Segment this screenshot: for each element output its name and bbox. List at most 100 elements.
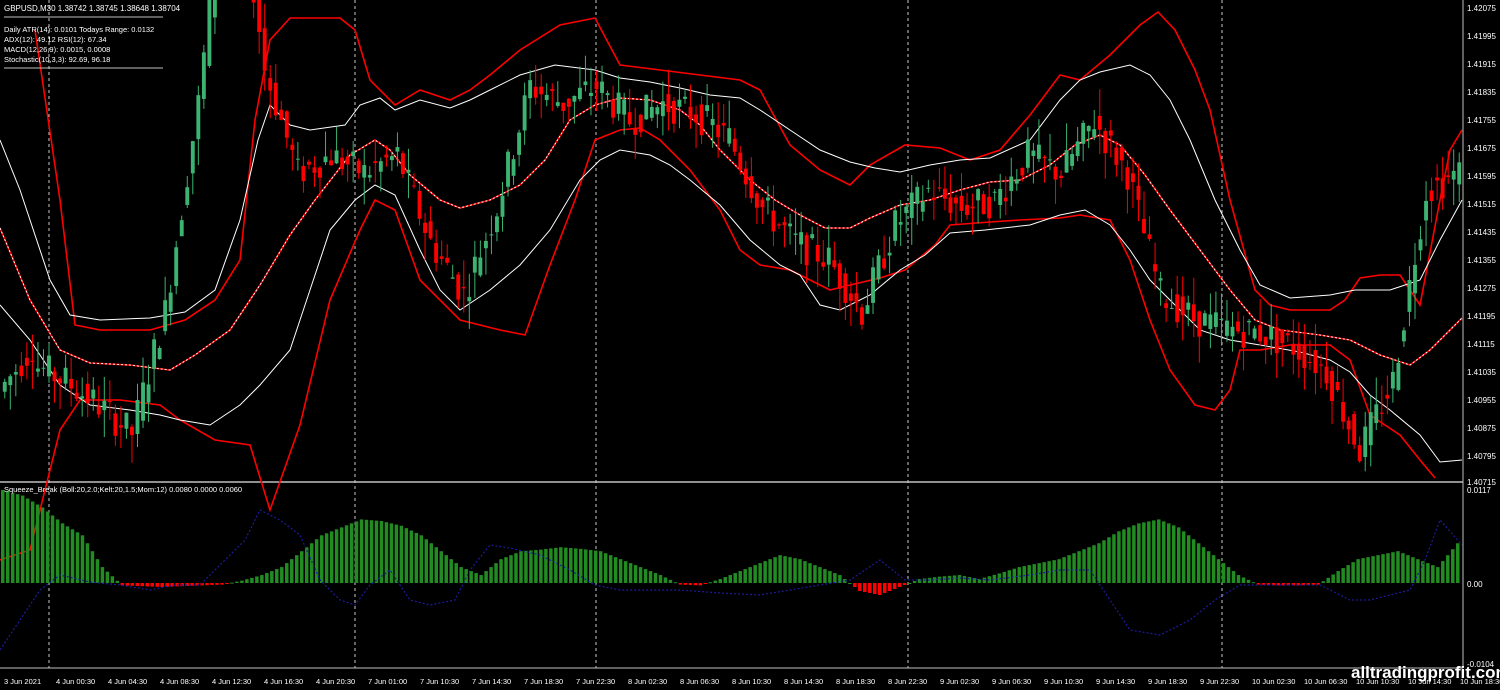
histogram-bar (1331, 574, 1335, 583)
candle-body (555, 102, 560, 106)
histogram-bar (778, 555, 782, 583)
candle-body (251, 0, 256, 3)
histogram-bar (15, 494, 20, 583)
histogram-bar (1341, 568, 1345, 583)
histogram-bar (1361, 558, 1365, 583)
histogram-bar (574, 548, 578, 583)
histogram-bar (260, 575, 264, 583)
histogram-bar (205, 583, 209, 586)
histogram-bar (424, 539, 429, 583)
candle-body (107, 401, 112, 403)
info-line-atr: Daily ATR(14): 0.0101 Todays Range: 0.01… (4, 25, 154, 34)
histogram-bar (1351, 562, 1355, 583)
histogram-bar (519, 551, 523, 583)
candle-body (401, 153, 405, 174)
candle (207, 0, 212, 68)
candle-body (589, 92, 593, 97)
candle-body (987, 196, 992, 219)
candle-body (1219, 318, 1224, 320)
histogram-bar (718, 579, 723, 583)
candle-body (329, 160, 333, 166)
histogram-bar (389, 523, 394, 583)
candle-body (152, 339, 157, 370)
candle-body (1352, 414, 1357, 445)
candle-body (124, 412, 129, 429)
candle-body (130, 426, 134, 436)
candle-body (671, 100, 676, 124)
histogram-bar (359, 519, 364, 583)
candle-body (489, 234, 494, 236)
histogram-bar (962, 576, 967, 583)
time-tick: 4 Jun 20:30 (316, 677, 355, 686)
histogram-bar (1176, 527, 1181, 583)
candle-body (1147, 234, 1152, 239)
histogram-bar (90, 551, 95, 583)
price-tick: 1.42075 (1467, 4, 1496, 13)
candle-body (848, 293, 853, 301)
histogram-bar (1, 490, 5, 583)
candle-body (1059, 175, 1063, 179)
candle-body (1357, 445, 1362, 462)
histogram-bar (70, 529, 75, 583)
candle-body (262, 28, 267, 71)
candle-body (683, 96, 687, 99)
histogram-bar (613, 557, 618, 583)
candle-body (1457, 162, 1462, 185)
histogram-bar (65, 526, 70, 583)
histogram-bar (678, 583, 683, 585)
histogram-bar (763, 561, 767, 583)
candle-body (860, 307, 864, 325)
price-chart[interactable]: GBPUSD,M30 1.38742 1.38745 1.38648 1.387… (0, 0, 1500, 690)
candle-body (268, 78, 273, 91)
candle-body (832, 260, 837, 268)
time-tick: 9 Jun 22:30 (1200, 677, 1239, 686)
histogram-bar (270, 571, 274, 583)
candle-body (395, 147, 400, 152)
candle-body (837, 263, 842, 289)
histogram-bar (653, 573, 658, 583)
candle (644, 94, 649, 120)
histogram-bar (1152, 520, 1156, 583)
candle-body (1125, 167, 1130, 190)
candle-body (412, 185, 416, 187)
candle-body (904, 206, 909, 213)
histogram-bar (1007, 570, 1012, 583)
histogram-bar (110, 576, 115, 583)
candle-body (1169, 307, 1174, 309)
histogram-bar (5, 491, 10, 583)
histogram-bar (912, 581, 917, 583)
histogram-bar (1326, 577, 1330, 583)
candle-body (600, 81, 604, 93)
candle-body (732, 138, 737, 152)
price-tick: 1.41035 (1467, 368, 1496, 377)
histogram-bar (20, 495, 25, 583)
price-tick: 1.41515 (1467, 200, 1496, 209)
histogram-bar (598, 551, 603, 583)
histogram-bar (235, 581, 239, 583)
candle-body (948, 197, 953, 213)
candle-body (1330, 371, 1334, 402)
histogram-bar (952, 575, 957, 583)
histogram-bar (773, 557, 777, 583)
candle-body (976, 189, 981, 201)
histogram-bar (434, 547, 439, 583)
histogram-bar (593, 550, 598, 583)
histogram-bar (309, 543, 314, 583)
histogram-bar (1236, 575, 1241, 583)
histogram-bar (1391, 552, 1395, 583)
candle-body (1131, 173, 1135, 182)
candle-body (970, 206, 975, 209)
histogram-bar (868, 583, 872, 593)
candle-body (793, 233, 798, 235)
candle-body (566, 98, 571, 107)
histogram-bar (823, 569, 827, 583)
histogram-bar (1167, 523, 1171, 583)
histogram-bar (603, 553, 608, 583)
candle-body (340, 157, 345, 169)
histogram-bar (429, 543, 434, 583)
candle-body (898, 222, 903, 225)
candle-body (506, 151, 510, 187)
histogram-bar (115, 580, 120, 583)
histogram-bar (1336, 571, 1340, 583)
candle-body (384, 154, 389, 158)
